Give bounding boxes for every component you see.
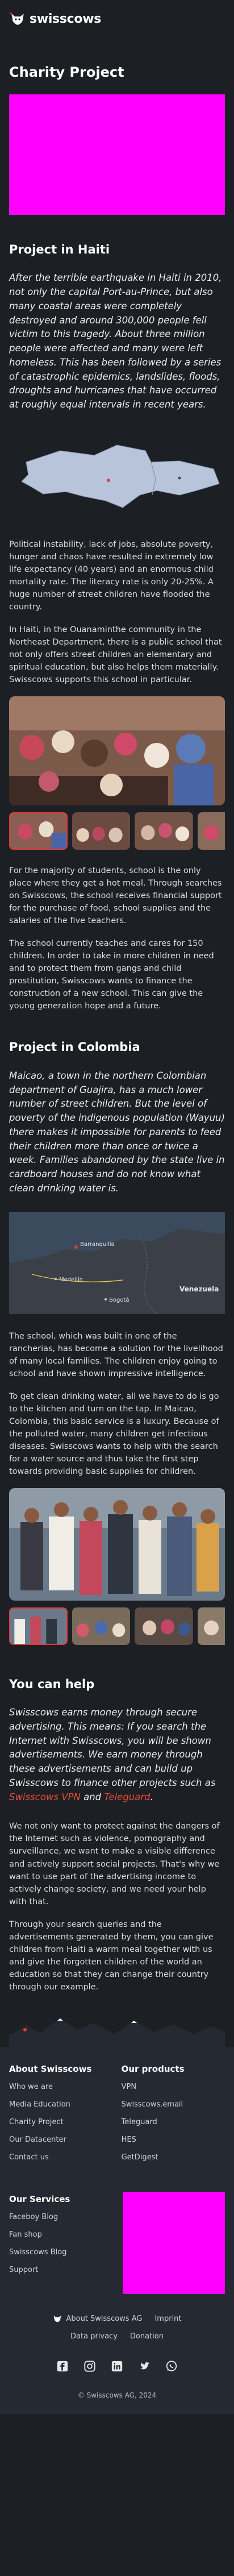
help-lead: Swisscows earns money through secure adv… — [9, 1706, 225, 1804]
footer-link-vpn[interactable]: VPN — [122, 2082, 225, 2093]
cow-logo-icon — [10, 12, 24, 25]
footer-link-swisscows-blog[interactable]: Swisscows Blog — [9, 2247, 112, 2258]
help-lead-and: and — [80, 1791, 105, 1802]
brand-name: swisscows — [30, 11, 102, 26]
footer-privacy-link[interactable]: Data privacy — [70, 2331, 118, 2342]
haiti-paragraph-4: The school currently teaches and cares f… — [9, 939, 214, 1011]
page-title: Charity Project — [9, 64, 124, 80]
help-heading: You can help — [9, 1677, 95, 1691]
map-label-barranquilla: Barranquilla — [80, 1241, 115, 1248]
map-label-venezuela: Venezuela — [179, 1285, 219, 1293]
footer-link-who-we-are[interactable]: Who we are — [9, 2082, 112, 2093]
footer-imprint-link[interactable]: Imprint — [154, 2313, 181, 2325]
hero-video-placeholder[interactable] — [9, 94, 225, 215]
help-lead-end: . — [150, 1791, 153, 1802]
help-paragraph-1: We not only want to protect against the … — [9, 1822, 220, 1906]
footer-link-swisscows-email[interactable]: Swisscows.email — [122, 2100, 225, 2110]
instagram-icon[interactable] — [83, 2359, 97, 2373]
colombia-main-photo[interactable] — [9, 1488, 225, 1601]
map-label-bogota: Bogotá — [109, 1297, 129, 1303]
footer-link-charity-project[interactable]: Charity Project — [9, 2117, 112, 2128]
footer-products-title: Our products — [121, 2063, 185, 2074]
site-header: swisscows — [0, 0, 234, 38]
teleguard-link[interactable]: Teleguard — [104, 1792, 150, 1802]
footer-link-our-datacenter[interactable]: Our Datacenter — [9, 2135, 112, 2146]
map-label-medellin: Medellín — [59, 1276, 83, 1283]
footer-services-column: Our Services Faceboy Blog Fan shop Swiss… — [9, 2193, 112, 2294]
haiti-lead: After the terrible earthquake in Haiti i… — [9, 272, 222, 410]
help-paragraph-2: Through your search queries and the adve… — [9, 1919, 214, 1992]
colombia-heading: Project in Colombia — [9, 1040, 140, 1054]
footer-promo-placeholder[interactable] — [123, 2191, 225, 2294]
footer-about-column: About Swisscows Who we are Media Educati… — [9, 2063, 112, 2170]
footer-link-media-education[interactable]: Media Education — [9, 2100, 112, 2110]
copyright-text: © Swisscows AG, 2024 — [77, 2391, 157, 2399]
haiti-map — [9, 427, 225, 519]
colombia-lead: Maicao, a town in the northern Colombian… — [9, 1070, 225, 1194]
mountains-decoration — [9, 2013, 225, 2047]
haiti-heading: Project in Haiti — [9, 243, 110, 256]
main-content: Charity Project Project in Haiti After t… — [0, 64, 234, 2047]
footer-donation-link[interactable]: Donation — [130, 2331, 164, 2342]
footer-link-hes[interactable]: HES — [122, 2135, 225, 2146]
gallery-thumb-2[interactable] — [72, 1607, 131, 1645]
whatsapp-icon[interactable] — [165, 2359, 178, 2373]
haiti-main-photo[interactable] — [9, 696, 225, 806]
help-lead-text: Swisscows earns money through secure adv… — [9, 1707, 216, 1788]
brand-logo[interactable]: swisscows — [9, 10, 101, 28]
gallery-thumb-4[interactable] — [198, 1607, 225, 1645]
linkedin-icon[interactable] — [110, 2359, 124, 2373]
swisscows-vpn-link[interactable]: Swisscows VPN — [9, 1792, 81, 1802]
haiti-gallery-thumbnails — [9, 812, 225, 850]
gallery-thumb-1[interactable] — [9, 812, 68, 850]
gallery-thumb-2[interactable] — [72, 812, 131, 850]
footer-link-faceboy-blog[interactable]: Faceboy Blog — [9, 2212, 112, 2223]
footer-link-support[interactable]: Support — [9, 2265, 112, 2276]
site-footer: About Swisscows Who we are Media Educati… — [0, 2046, 234, 2414]
footer-about-ag-label: About Swisscows AG — [66, 2314, 143, 2323]
gallery-thumb-4[interactable] — [198, 812, 225, 850]
colombia-map: Barranquilla Medellín Bogotá Venezuela — [9, 1211, 225, 1315]
colombia-paragraph-2: To get clean drinking water, all we have… — [9, 1391, 219, 1476]
facebook-icon[interactable] — [56, 2359, 69, 2373]
footer-link-fan-shop[interactable]: Fan shop — [9, 2230, 112, 2241]
footer-link-teleguard[interactable]: Teleguard — [122, 2117, 225, 2128]
gallery-thumb-1[interactable] — [9, 1607, 68, 1645]
footer-about-ag[interactable]: About Swisscows AG — [52, 2313, 142, 2325]
footer-about-title: About Swisscows — [9, 2063, 92, 2074]
cow-logo-icon — [53, 2315, 62, 2322]
haiti-paragraph-1: Political instability, lack of jobs, abs… — [9, 539, 214, 612]
social-links — [9, 2359, 225, 2373]
footer-services-title: Our Services — [9, 2193, 70, 2204]
gallery-thumb-3[interactable] — [135, 1607, 194, 1645]
colombia-paragraph-1: The school, which was built in one of th… — [9, 1331, 223, 1378]
haiti-paragraph-2: In Haiti, in the Ouanaminthe community i… — [9, 625, 222, 685]
footer-products-column: Our products VPN Swisscows.email Telegua… — [122, 2063, 225, 2170]
footer-link-contact-us[interactable]: Contact us — [9, 2153, 112, 2163]
colombia-gallery-thumbnails — [9, 1607, 225, 1645]
gallery-thumb-3[interactable] — [135, 812, 194, 850]
footer-link-getdigest[interactable]: GetDigest — [122, 2153, 225, 2163]
haiti-paragraph-3: For the majority of students, school is … — [9, 866, 222, 926]
twitter-icon[interactable] — [137, 2359, 151, 2373]
